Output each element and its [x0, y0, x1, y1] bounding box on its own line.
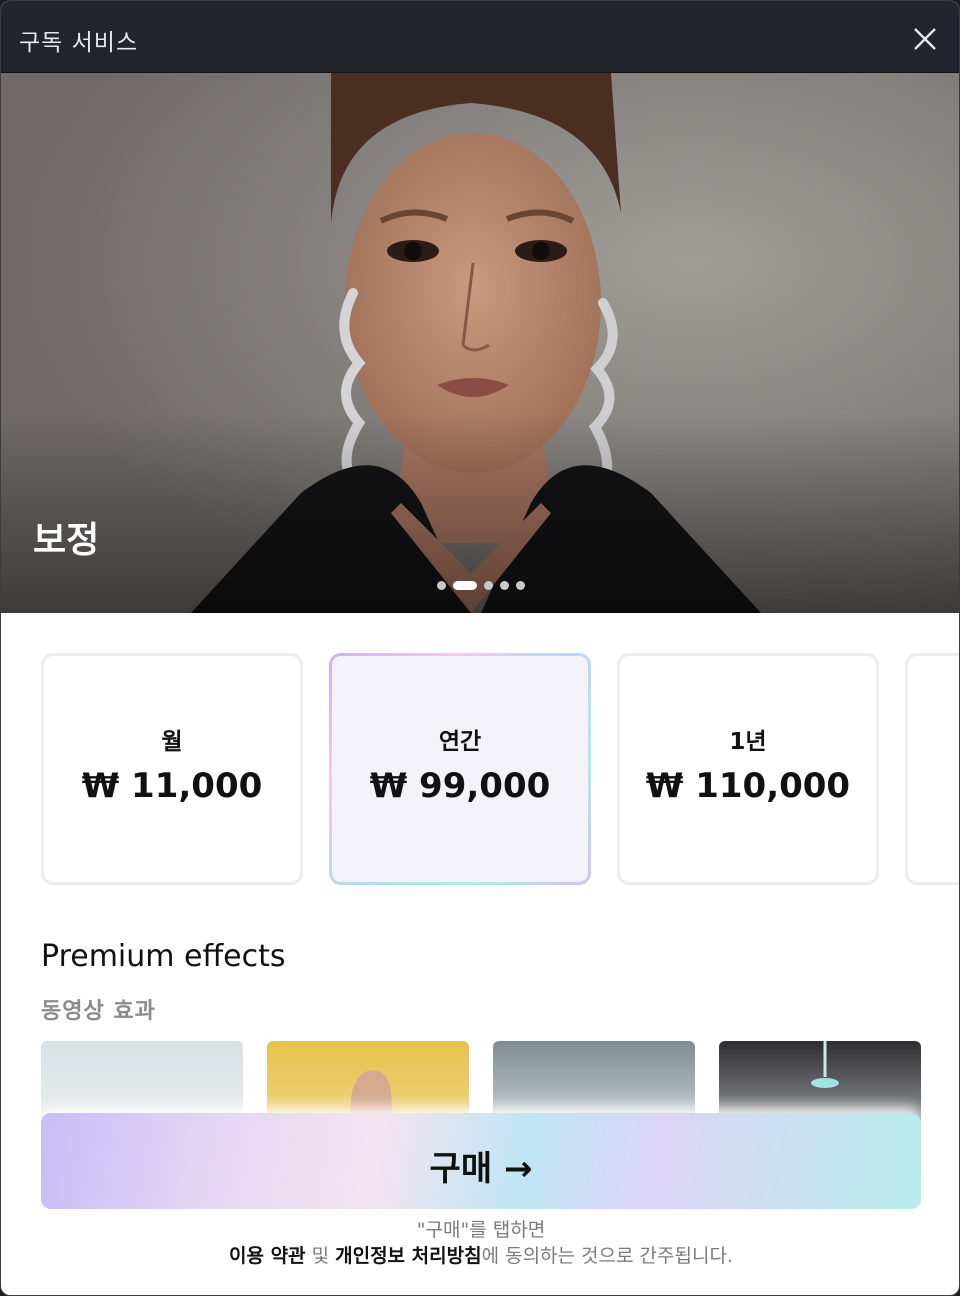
window-title: 구독 서비스 [19, 30, 139, 56]
effect-thumbnail[interactable] [267, 1041, 469, 1121]
hand-image [350, 1070, 393, 1121]
title-bar: 구독 서비스 [1, 1, 959, 73]
subscription-window: 구독 서비스 보정 월 ₩ 11,000 연간 ₩ 99,000 1년 ₩ 11… [0, 0, 960, 1296]
plan-name: 1년 [729, 729, 767, 755]
lamp-image [811, 1041, 839, 1088]
legal-suffix: 에 동의하는 것으로 간주됩니다. [481, 1245, 733, 1267]
carousel-dot-active[interactable] [453, 580, 477, 590]
plan-card-partial[interactable] [905, 653, 959, 885]
plan-name: 월 [161, 729, 183, 755]
section-subtitle: 동영상 효과 [41, 999, 156, 1024]
buy-button-label: 구매 → [429, 1149, 533, 1189]
carousel-dot[interactable] [516, 580, 525, 590]
privacy-link[interactable]: 개인정보 처리방침 [335, 1245, 481, 1267]
legal-notice-line2: 이용 약관 및 개인정보 처리방침에 동의하는 것으로 간주됩니다. [1, 1241, 959, 1268]
carousel-dot[interactable] [484, 580, 493, 590]
effect-thumbnail[interactable] [493, 1041, 695, 1121]
effect-thumbnail[interactable] [41, 1041, 243, 1121]
carousel-dots [437, 579, 525, 591]
plan-card-monthly[interactable]: 월 ₩ 11,000 [41, 653, 303, 885]
plan-price: ₩ 99,000 [369, 766, 551, 806]
plan-name: 연간 [438, 729, 482, 755]
section-title: Premium effects [41, 939, 286, 974]
plan-card-one-year[interactable]: 1년 ₩ 110,000 [617, 653, 879, 885]
plan-selector: 월 ₩ 11,000 연간 ₩ 99,000 1년 ₩ 110,000 [1, 613, 959, 903]
plan-price: ₩ 110,000 [645, 766, 851, 806]
close-icon[interactable] [905, 19, 945, 59]
plan-card-annual[interactable]: 연간 ₩ 99,000 [329, 653, 591, 885]
effect-thumbnail[interactable] [719, 1041, 921, 1121]
carousel-dot[interactable] [500, 580, 509, 590]
legal-notice-line1: "구매"를 탭하면 [416, 1219, 546, 1241]
buy-button[interactable]: 구매 → [41, 1113, 921, 1209]
terms-link[interactable]: 이용 약관 [229, 1245, 306, 1267]
hero-label: 보정 [33, 520, 100, 561]
legal-and: 및 [305, 1245, 336, 1267]
carousel-dot[interactable] [437, 580, 446, 590]
plan-price: ₩ 11,000 [81, 766, 263, 806]
hero-carousel[interactable]: 보정 [1, 73, 959, 613]
